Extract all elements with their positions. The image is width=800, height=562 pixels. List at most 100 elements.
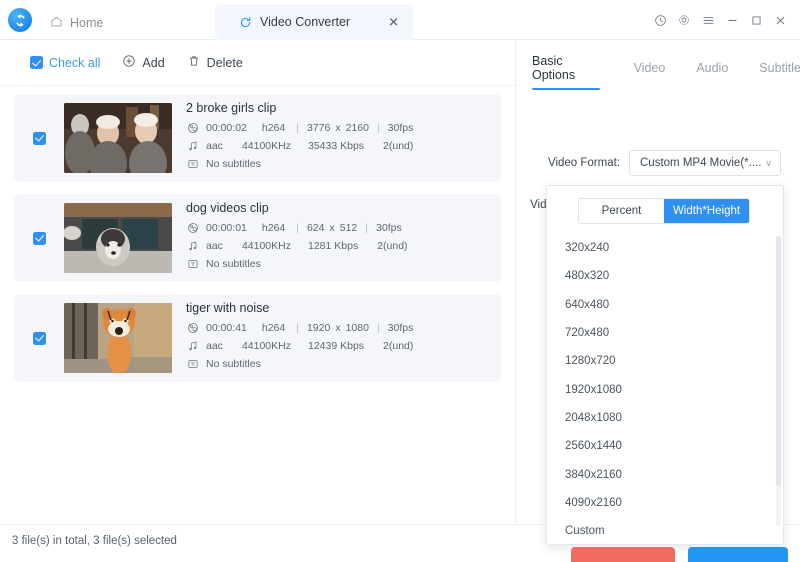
resolution-mode-toggle: Percent Width*Height bbox=[578, 198, 750, 224]
tab-video-converter[interactable]: Video Converter ✕ bbox=[215, 4, 413, 40]
list-item[interactable]: 720x480 bbox=[547, 319, 783, 347]
video-height: 1080 bbox=[345, 322, 369, 334]
video-meta-row: 00:00:02 h264 | 3776 x 2160 | 30fps bbox=[186, 122, 501, 135]
audio-codec: aac bbox=[206, 140, 223, 152]
width-height-toggle-button[interactable]: Width*Height bbox=[664, 199, 749, 223]
file-thumbnail bbox=[64, 103, 172, 173]
audio-channels: 2(und) bbox=[383, 140, 414, 152]
music-note-icon bbox=[186, 340, 199, 353]
dropdown-scrollbar[interactable] bbox=[776, 236, 781, 526]
audio-codec: aac bbox=[206, 340, 223, 352]
tab-subtitle[interactable]: Subtitle bbox=[759, 61, 800, 83]
maximize-icon[interactable] bbox=[744, 0, 768, 40]
list-item[interactable]: 1280x720 bbox=[547, 347, 783, 375]
trash-icon bbox=[187, 54, 201, 71]
video-codec: h264 bbox=[261, 222, 286, 234]
resolution-option-list[interactable]: 320x240 480x320 640x480 720x480 1280x720… bbox=[547, 234, 783, 544]
gear-icon[interactable] bbox=[672, 0, 696, 40]
tab-audio[interactable]: Audio bbox=[696, 61, 728, 83]
subtitle-icon bbox=[186, 158, 199, 171]
home-tab[interactable]: Home bbox=[44, 6, 117, 40]
app-window: Home Video Converter ✕ Check all Add Del… bbox=[0, 0, 800, 562]
tab-basic-options[interactable]: Basic Options bbox=[532, 54, 600, 90]
add-label: Add bbox=[142, 55, 165, 70]
file-checkbox[interactable] bbox=[33, 131, 46, 145]
meta-separator: | bbox=[365, 222, 369, 234]
table-row[interactable]: 2 broke girls clip 00:00:02 h264 | 3776 … bbox=[14, 94, 501, 182]
subtitle-meta-row: No subtitles bbox=[186, 358, 501, 371]
tab-close-icon[interactable]: ✕ bbox=[388, 16, 399, 29]
merge-button[interactable] bbox=[571, 547, 675, 562]
video-reel-icon bbox=[186, 122, 199, 135]
list-item[interactable]: 320x240 bbox=[547, 234, 783, 262]
video-width: 3776 bbox=[306, 122, 331, 134]
audio-codec: aac bbox=[206, 240, 223, 252]
video-codec: h264 bbox=[261, 322, 286, 334]
subtitle-status: No subtitles bbox=[206, 258, 261, 270]
list-item[interactable]: 2048x1080 bbox=[547, 404, 783, 432]
list-item[interactable]: 3840x2160 bbox=[547, 460, 783, 488]
subtitle-icon bbox=[186, 258, 199, 271]
minimize-icon[interactable] bbox=[720, 0, 744, 40]
check-all-label: Check all bbox=[49, 55, 101, 70]
video-width: 1920 bbox=[306, 322, 331, 334]
home-icon bbox=[50, 15, 63, 31]
meta-separator: | bbox=[296, 322, 299, 334]
file-count-status: 3 file(s) in total, 3 file(s) selected bbox=[12, 535, 177, 547]
subtitle-status: No subtitles bbox=[206, 158, 261, 170]
audio-sample-rate: 44100KHz bbox=[241, 340, 291, 352]
check-all-checkbox[interactable] bbox=[30, 56, 43, 69]
list-item[interactable]: 4090x2160 bbox=[547, 489, 783, 517]
audio-bitrate: 1281 Kbps bbox=[307, 240, 359, 252]
audio-channels: 2(und) bbox=[383, 340, 414, 352]
file-info: tiger with noise 00:00:41 h264 | 1920 x bbox=[186, 301, 501, 376]
list-item[interactable]: 480x320 bbox=[547, 262, 783, 290]
app-logo-icon bbox=[8, 8, 32, 32]
list-item[interactable]: 2560x1440 bbox=[547, 432, 783, 460]
video-height: 512 bbox=[339, 222, 358, 234]
video-codec: h264 bbox=[261, 122, 286, 134]
table-row[interactable]: dog videos clip 00:00:01 h264 | 624 x 51… bbox=[14, 194, 501, 282]
list-item[interactable]: Custom bbox=[547, 517, 783, 544]
delete-label: Delete bbox=[206, 55, 243, 70]
list-item[interactable]: 640x480 bbox=[547, 291, 783, 319]
delete-button[interactable]: Delete bbox=[187, 54, 243, 71]
file-name: dog videos clip bbox=[186, 200, 269, 215]
file-checkbox[interactable] bbox=[33, 231, 46, 245]
video-format-select[interactable]: Custom MP4 Movie(*.... ∨ bbox=[629, 150, 781, 176]
audio-channels: 2(und) bbox=[377, 240, 408, 252]
audio-meta-row: aac 44100KHz 35433 Kbps 2(und) bbox=[186, 140, 501, 153]
file-info: dog videos clip 00:00:01 h264 | 624 x 51… bbox=[186, 201, 501, 276]
history-icon[interactable] bbox=[648, 0, 672, 40]
dimension-x: x bbox=[335, 122, 341, 134]
meta-separator: | bbox=[376, 122, 380, 134]
menu-icon[interactable] bbox=[696, 0, 720, 40]
table-row[interactable]: tiger with noise 00:00:41 h264 | 1920 x bbox=[14, 294, 501, 382]
video-meta-row: 00:00:01 h264 | 624 x 512 | 30fps bbox=[186, 222, 501, 235]
subtitle-meta-row: No subtitles bbox=[186, 258, 501, 271]
file-info: 2 broke girls clip 00:00:02 h264 | 3776 … bbox=[186, 101, 501, 176]
convert-button[interactable] bbox=[688, 547, 788, 562]
audio-meta-row: aac 44100KHz 12439 Kbps 2(und) bbox=[186, 340, 501, 353]
close-icon[interactable] bbox=[768, 0, 792, 40]
add-button[interactable]: Add bbox=[122, 54, 165, 71]
resolution-dropdown: Percent Width*Height 320x240 480x320 640… bbox=[546, 185, 784, 545]
file-checkbox[interactable] bbox=[33, 331, 46, 345]
audio-bitrate: 12439 Kbps bbox=[307, 340, 365, 352]
scrollbar-thumb[interactable] bbox=[776, 236, 781, 486]
meta-separator: | bbox=[376, 322, 380, 334]
audio-sample-rate: 44100KHz bbox=[241, 140, 291, 152]
list-item[interactable]: 1920x1080 bbox=[547, 375, 783, 403]
check-all-button[interactable]: Check all bbox=[30, 56, 100, 70]
audio-meta-row: aac 44100KHz 1281 Kbps 2(und) bbox=[186, 240, 501, 253]
home-tab-label: Home bbox=[70, 16, 104, 30]
music-note-icon bbox=[186, 140, 199, 153]
tab-video[interactable]: Video bbox=[634, 61, 666, 83]
duration: 00:00:02 bbox=[206, 122, 247, 134]
subtitle-icon bbox=[186, 358, 199, 371]
file-thumbnail bbox=[64, 303, 172, 373]
file-toolbar: Check all Add Delete bbox=[0, 40, 515, 86]
title-bar: Home Video Converter ✕ bbox=[0, 0, 800, 40]
percent-toggle-button[interactable]: Percent bbox=[579, 199, 664, 223]
chevron-down-icon: ∨ bbox=[765, 157, 772, 168]
